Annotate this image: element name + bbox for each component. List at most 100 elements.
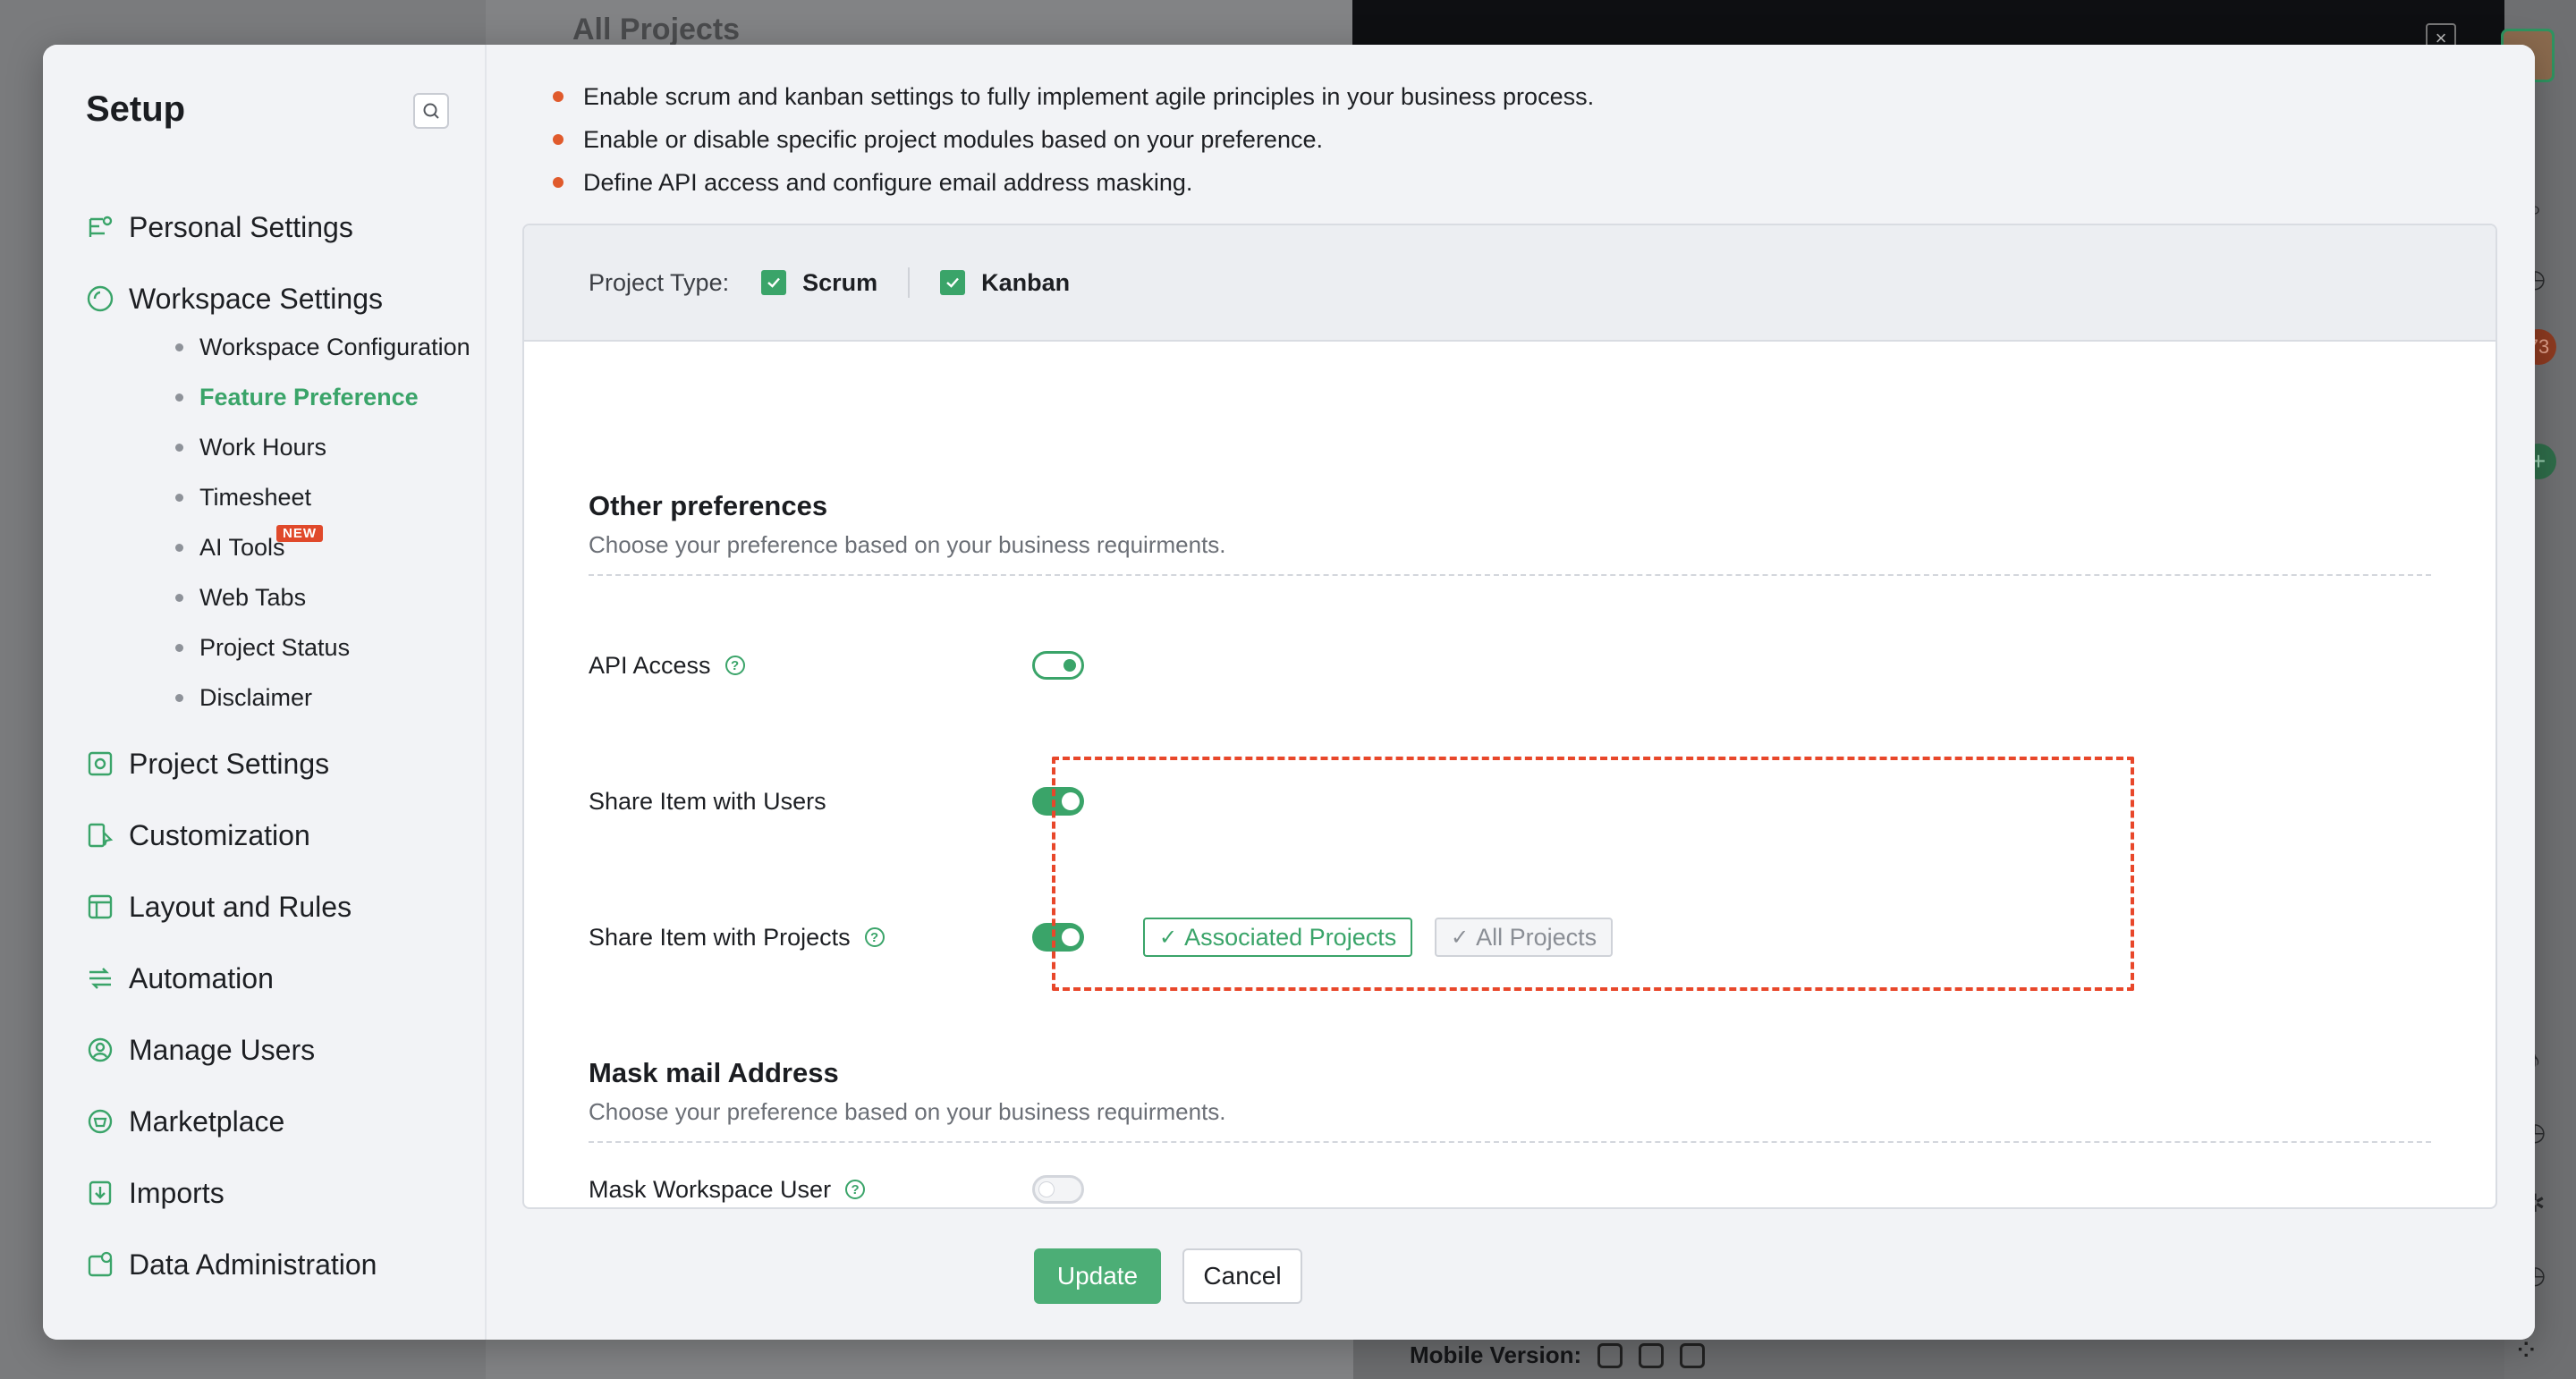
mask-workspace-user-toggle[interactable]: [1032, 1175, 1084, 1204]
update-button[interactable]: Update: [1034, 1248, 1161, 1304]
bullet-dot: [175, 693, 183, 702]
help-icon[interactable]: ?: [724, 656, 745, 675]
other-preferences-desc: Choose your preference based on your bus…: [589, 531, 1226, 558]
sidebar-item-label: Workspace Settings: [129, 282, 383, 315]
play-store-icon: [1639, 1342, 1665, 1368]
scrum-checkbox[interactable]: Scrum: [761, 269, 877, 297]
project-type-label: Project Type:: [589, 268, 730, 296]
checkbox-checked-icon: [940, 270, 966, 295]
kanban-label: Kanban: [981, 268, 1071, 296]
sidebar-item-marketplace[interactable]: Marketplace: [82, 1098, 284, 1145]
kanban-checkbox[interactable]: Kanban: [940, 269, 1070, 297]
help-icon[interactable]: ?: [845, 1180, 866, 1199]
mask-mail-desc: Choose your preference based on your bus…: [589, 1098, 1226, 1125]
toggle-knob: [1062, 928, 1080, 946]
personal-settings-icon: [82, 209, 118, 245]
apple-icon: [1597, 1342, 1623, 1368]
workspace-settings-icon: [82, 281, 118, 317]
subitem-ai-tools[interactable]: AI Tools NEW: [175, 524, 323, 565]
setup-title: Setup: [86, 89, 186, 129]
toggle-knob: [1063, 659, 1076, 672]
subitem-label: Feature Preference: [199, 383, 419, 410]
setup-modal: Setup Personal Settings Workspace Settin…: [43, 45, 2535, 1340]
subitem-work-hours[interactable]: Work Hours: [175, 429, 326, 465]
sidebar-item-project-settings[interactable]: Project Settings: [82, 740, 329, 787]
background-page-title: All Projects: [572, 13, 741, 47]
sidebar-item-label: Manage Users: [129, 1033, 316, 1066]
check-icon: ✓: [1451, 925, 1470, 950]
sidebar-item-label: Layout and Rules: [129, 890, 352, 923]
mobile-version-label: Mobile Version:: [1410, 1341, 1582, 1368]
intro-bullets: Enable scrum and kanban settings to full…: [553, 75, 1594, 204]
help-icon[interactable]: ?: [864, 927, 885, 947]
subitem-label: Workspace Configuration: [199, 333, 470, 360]
bullet-dot: [175, 493, 183, 502]
share-projects-toggle[interactable]: [1032, 923, 1084, 952]
subitem-project-status[interactable]: Project Status: [175, 630, 350, 665]
sidebar-item-imports[interactable]: Imports: [82, 1170, 225, 1216]
imports-icon: [82, 1175, 118, 1211]
share-projects-row: Share Item with Projects ?: [589, 919, 885, 955]
marketplace-icon: [82, 1104, 118, 1139]
bullet-dot: [553, 91, 564, 102]
share-projects-label: Share Item with Projects: [589, 923, 851, 951]
sidebar-search-button[interactable]: [413, 93, 449, 129]
subitem-label: Disclaimer: [199, 683, 313, 711]
all-projects-chip[interactable]: ✓ All Projects: [1435, 918, 1614, 957]
layout-icon: [82, 889, 118, 925]
sidebar-item-label: Data Administration: [129, 1248, 377, 1281]
sidebar-item-customization[interactable]: Customization: [82, 812, 310, 859]
sidebar-item-label: Personal Settings: [129, 210, 353, 243]
project-type-bar: Project Type: Scrum Kanban: [524, 225, 2496, 342]
data-admin-icon: [82, 1247, 118, 1282]
subitem-feature-preference[interactable]: Feature Preference: [175, 379, 419, 415]
sidebar-item-workspace-settings[interactable]: Workspace Settings: [82, 275, 383, 322]
form-footer: Update Cancel: [1034, 1248, 1302, 1304]
project-settings-icon: [82, 746, 118, 782]
subitem-label: Web Tabs: [199, 583, 307, 611]
cancel-button[interactable]: Cancel: [1182, 1248, 1302, 1304]
api-access-toggle[interactable]: [1032, 651, 1084, 680]
toggle-knob: [1038, 1181, 1055, 1197]
chip-label: All Projects: [1476, 923, 1597, 951]
sidebar-item-manage-users[interactable]: Manage Users: [82, 1027, 315, 1073]
check-icon: ✓: [1159, 925, 1178, 950]
share-users-row: Share Item with Users: [589, 783, 826, 819]
mask-workspace-user-label: Mask Workspace User: [589, 1175, 832, 1203]
subitem-disclaimer[interactable]: Disclaimer: [175, 680, 312, 715]
other-preferences-title: Other preferences: [589, 490, 828, 521]
bullet-dot: [553, 134, 564, 145]
subitem-label: AI Tools NEW: [199, 524, 323, 562]
bullet-dot: [175, 643, 183, 652]
bullet-dot: [175, 593, 183, 602]
preferences-card: Project Type: Scrum Kanban Other prefere…: [522, 224, 2497, 1209]
ai-tools-text: AI Tools: [199, 533, 285, 561]
bullet-dot: [175, 393, 183, 402]
mask-mail-title: Mask mail Address: [589, 1057, 839, 1088]
list-item: Enable or disable specific project modul…: [553, 118, 1594, 161]
mobile-version-bar: Mobile Version:: [1410, 1341, 1706, 1369]
search-icon: [423, 103, 439, 119]
subitem-workspace-configuration[interactable]: Workspace Configuration: [175, 329, 470, 365]
sidebar-item-layout-and-rules[interactable]: Layout and Rules: [82, 884, 352, 930]
bullet-dot: [175, 343, 183, 351]
subitem-web-tabs[interactable]: Web Tabs: [175, 580, 306, 615]
sidebar-item-personal-settings[interactable]: Personal Settings: [82, 204, 353, 250]
bullet-text: Enable scrum and kanban settings to full…: [583, 82, 1595, 110]
feature-preference-panel: Enable scrum and kanban settings to full…: [487, 45, 2535, 1340]
list-item: Define API access and configure email ad…: [553, 161, 1594, 204]
bullet-dot: [175, 543, 183, 552]
toggle-knob: [1062, 792, 1080, 810]
chip-label: Associated Projects: [1184, 923, 1397, 951]
sidebar-item-data-administration[interactable]: Data Administration: [82, 1241, 377, 1288]
sidebar-item-automation[interactable]: Automation: [82, 955, 274, 1002]
subitem-label: Work Hours: [199, 433, 327, 461]
subitem-timesheet[interactable]: Timesheet: [175, 479, 311, 515]
divider: [589, 1141, 2431, 1143]
manage-users-icon: [82, 1032, 118, 1068]
api-access-label: API Access: [589, 651, 711, 679]
divider: [908, 267, 911, 298]
share-users-label: Share Item with Users: [589, 787, 826, 815]
share-users-toggle[interactable]: [1032, 787, 1084, 816]
associated-projects-chip[interactable]: ✓ Associated Projects: [1143, 918, 1413, 957]
